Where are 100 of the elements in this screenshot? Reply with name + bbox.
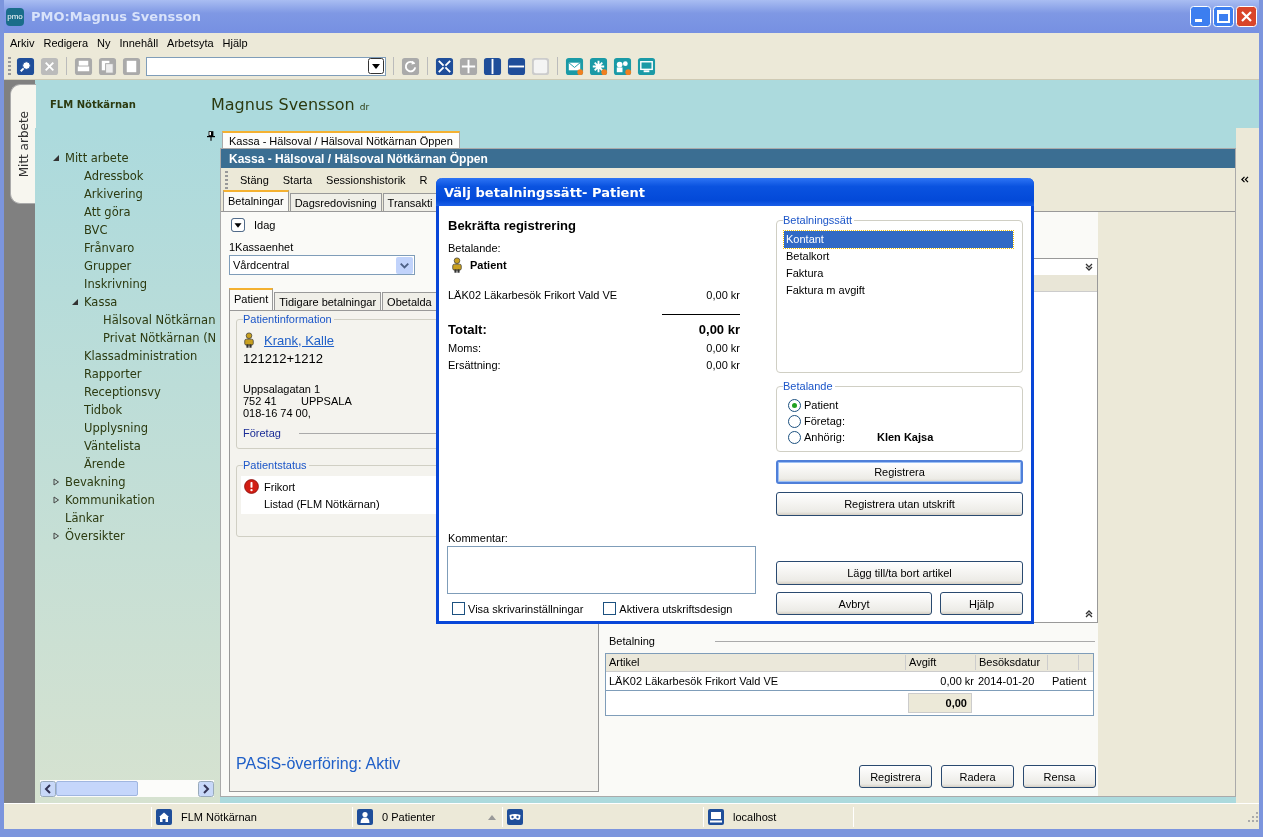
tree-item[interactable]: Att göra xyxy=(84,205,131,219)
expanded-icon[interactable] xyxy=(52,154,60,162)
comment-field[interactable] xyxy=(447,546,756,594)
tree-item[interactable]: Frånvaro xyxy=(84,241,135,255)
tree-item[interactable]: Kommunikation xyxy=(65,493,155,507)
action-button[interactable]: Rensa xyxy=(1023,765,1096,788)
period-label: Idag xyxy=(254,219,276,231)
tree-item[interactable]: Rapporter xyxy=(84,367,142,381)
people-icon[interactable] xyxy=(613,56,632,76)
radio-button[interactable] xyxy=(788,430,801,444)
tree-item[interactable]: Inskrivning xyxy=(84,277,148,291)
tab[interactable]: Betalningar xyxy=(223,190,289,211)
scroll-right-icon[interactable] xyxy=(198,780,214,797)
tree-item[interactable]: Väntelista xyxy=(84,439,141,453)
toolbar-button[interactable]: R xyxy=(417,173,430,186)
column-header[interactable]: Besöksdatur xyxy=(976,655,1048,670)
menu-item[interactable]: Hjälp xyxy=(222,37,248,49)
menu-item[interactable]: Ny xyxy=(97,37,111,49)
home-icon xyxy=(156,808,172,825)
checkbox-label[interactable]: Visa skrivarinställningar xyxy=(468,602,584,615)
tab[interactable]: Dagsredovisning xyxy=(289,193,382,211)
tree-item[interactable]: Kassa xyxy=(84,295,118,309)
close-icon[interactable] xyxy=(1236,6,1257,27)
tab[interactable]: Patient xyxy=(229,288,274,310)
list-item[interactable]: Faktura xyxy=(784,265,1013,282)
pin-icon[interactable] xyxy=(207,131,215,141)
monitor-icon[interactable] xyxy=(637,56,656,76)
menu-item[interactable]: Arbetsyta xyxy=(167,37,214,49)
rows-icon[interactable] xyxy=(507,56,526,76)
column-header[interactable]: Artikel xyxy=(606,655,906,670)
list-item[interactable]: Faktura m avgift xyxy=(784,282,1013,299)
resize-grip-icon[interactable] xyxy=(1247,810,1259,823)
cancel-button[interactable]: Avbryt xyxy=(776,592,932,615)
collapsed-icon[interactable] xyxy=(52,478,60,486)
tree-item[interactable]: Grupper xyxy=(84,259,132,273)
expanded-icon[interactable] xyxy=(71,298,79,306)
tab[interactable]: Obetalda xyxy=(382,292,437,310)
action-button[interactable]: Registrera utan utskrift xyxy=(776,492,1023,516)
checkbox[interactable] xyxy=(603,602,617,615)
action-button[interactable]: Registrera xyxy=(859,765,932,788)
tree-item[interactable]: Mitt arbete xyxy=(65,151,129,165)
column-header[interactable]: Avgift xyxy=(906,655,976,670)
tree-item[interactable]: Adressbok xyxy=(84,169,144,183)
asterisk-icon[interactable] xyxy=(589,56,608,76)
tree-item[interactable]: Hälsoval Nötkärnan xyxy=(103,313,216,327)
minimize-icon[interactable] xyxy=(1190,6,1211,27)
tree-item[interactable]: BVC xyxy=(84,223,108,237)
chevron-down-icon[interactable] xyxy=(396,256,413,274)
tree-item[interactable]: Tidbok xyxy=(84,403,123,417)
tree-item[interactable]: Arkivering xyxy=(84,187,143,201)
dropdown-icon[interactable] xyxy=(231,218,245,232)
tree-item[interactable]: Ärende xyxy=(84,457,126,471)
scroll-thumb[interactable] xyxy=(56,781,138,796)
tree-item[interactable]: Översikter xyxy=(65,529,125,543)
tree-item[interactable]: Klassadministration xyxy=(84,349,198,363)
double-chevron-down-icon[interactable] xyxy=(1084,262,1094,272)
tab[interactable]: Transakti xyxy=(382,193,438,211)
side-tab[interactable]: Mitt arbete xyxy=(10,84,36,204)
tree-item[interactable]: Länkar xyxy=(65,511,104,525)
expand-icon[interactable] xyxy=(435,56,454,76)
help-button[interactable]: Hjälp xyxy=(940,592,1023,615)
patient-name-link[interactable]: Krank, Kalle xyxy=(264,332,335,348)
dropdown-icon[interactable] xyxy=(368,58,384,74)
unit-dropdown[interactable]: Vårdcentral xyxy=(229,255,415,275)
menu-item[interactable]: Redigera xyxy=(43,37,89,49)
action-button[interactable]: Registrera xyxy=(776,460,1023,484)
collapsed-icon[interactable] xyxy=(52,496,60,504)
mask-icon xyxy=(507,808,523,825)
action-button[interactable]: Radera xyxy=(941,765,1014,788)
tree-item[interactable]: Bevakning xyxy=(65,475,126,489)
scroll-left-icon[interactable] xyxy=(40,780,56,797)
maximize-icon[interactable] xyxy=(1213,6,1234,27)
list-item[interactable]: Betalkort xyxy=(784,248,1013,265)
tree-item[interactable]: Receptionsvy xyxy=(84,385,161,399)
collapsed-icon[interactable] xyxy=(52,532,60,540)
toolbar-button[interactable]: Stäng xyxy=(238,173,271,186)
radio-label[interactable]: Anhörig: xyxy=(804,431,874,443)
menu-item[interactable]: Innehåll xyxy=(119,37,159,49)
mail-icon[interactable] xyxy=(565,56,584,76)
radio-button[interactable] xyxy=(788,414,801,428)
radio-label[interactable]: Patient xyxy=(804,399,874,411)
action-button[interactable]: Lägg till/ta bort artikel xyxy=(776,561,1023,585)
radio-label[interactable]: Företag: xyxy=(804,415,874,427)
menu-item[interactable]: Arkiv xyxy=(10,37,35,49)
search-icon[interactable] xyxy=(16,56,35,76)
double-chevron-up-icon[interactable] xyxy=(1084,609,1094,619)
columns-icon[interactable] xyxy=(483,56,502,76)
tab[interactable]: Tidigare betalningar xyxy=(274,292,382,310)
collapse-icon[interactable] xyxy=(1240,176,1249,183)
checkbox[interactable] xyxy=(452,602,465,615)
checkbox-label[interactable]: Aktivera utskriftsdesign xyxy=(619,602,733,615)
list-item[interactable]: Kontant xyxy=(784,231,1013,248)
radio-button[interactable] xyxy=(788,398,801,412)
document-tab[interactable]: Kassa - Hälsoval / Hälsoval Nötkärnan Öppen xyxy=(222,131,460,148)
tree-item[interactable]: Privat Nötkärnan (N xyxy=(103,331,217,345)
toolbar-button[interactable]: Sessionshistorik xyxy=(324,173,408,186)
toolbar-button[interactable]: Starta xyxy=(280,173,315,186)
horizontal-scrollbar[interactable] xyxy=(40,780,214,797)
unit-name: FLM Nötkärnan xyxy=(50,98,137,110)
tree-item[interactable]: Upplysning xyxy=(84,421,149,435)
